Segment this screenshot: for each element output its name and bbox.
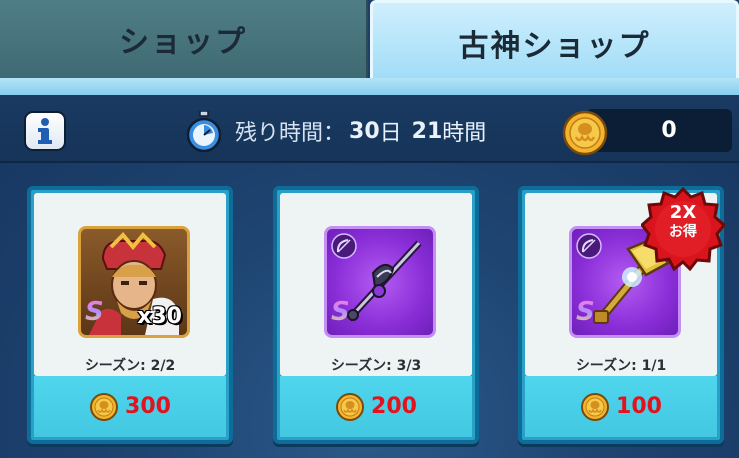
- octopus-coin-icon: [562, 110, 608, 156]
- stopwatch-icon: [186, 111, 222, 153]
- hours-unit: 時間: [442, 121, 487, 146]
- price-value: 100: [616, 394, 662, 419]
- card-body: S x30 シーズン: 2/2: [34, 193, 226, 376]
- tab-ancient-shop[interactable]: 古神ショップ: [370, 0, 739, 82]
- days-unit: 日: [379, 121, 402, 146]
- archer-class-icon: [576, 233, 602, 259]
- season-label: シーズン: 2/2: [84, 358, 176, 374]
- tab-ancient-shop-label: 古神ショップ: [458, 28, 651, 64]
- season-label: シーズン: 1/1: [575, 358, 667, 374]
- rank-s-badge: S: [576, 297, 595, 327]
- octopus-coin-icon: [90, 392, 119, 421]
- hero-fragment-item: S x30: [78, 226, 190, 338]
- archer-class-icon: [331, 233, 357, 259]
- remaining-time: 残り時間： 30 日 21 時間: [235, 112, 486, 150]
- bonus-label: お得: [669, 223, 697, 240]
- price-value: 200: [371, 394, 417, 419]
- tab-shop-label: ショップ: [119, 25, 247, 60]
- shop-item-card-1[interactable]: S x30 シーズン: 2/2 300: [27, 186, 233, 444]
- octopus-coin-icon: [336, 392, 365, 421]
- remaining-days: 30: [349, 118, 380, 144]
- tab-underline: [0, 78, 739, 95]
- season-label: シーズン: 3/3: [330, 358, 422, 374]
- info-button[interactable]: [24, 111, 66, 151]
- rank-s-badge: S: [331, 297, 350, 327]
- bonus-badge-text: 2X お得: [641, 202, 725, 240]
- rank-s-badge: S: [85, 297, 104, 327]
- bonus-multiplier: 2X: [669, 202, 697, 223]
- tab-shop[interactable]: ショップ: [0, 0, 368, 78]
- remaining-time-label: 残り時間：: [235, 121, 346, 146]
- remaining-hours: 21: [411, 118, 443, 144]
- card-body: S シーズン: 3/3: [280, 193, 472, 376]
- shop-item-card-2[interactable]: S シーズン: 3/3 200: [273, 186, 479, 444]
- octopus-coin-icon: [581, 392, 610, 421]
- price-value: 300: [125, 394, 171, 419]
- price-button[interactable]: 300: [34, 376, 226, 437]
- price-button[interactable]: 200: [280, 376, 472, 437]
- info-icon: [38, 118, 52, 144]
- bow-weapon-item: S: [324, 226, 436, 338]
- price-button[interactable]: 100: [525, 376, 717, 437]
- item-quantity: x30: [137, 304, 182, 329]
- currency-amount: 0: [661, 118, 677, 143]
